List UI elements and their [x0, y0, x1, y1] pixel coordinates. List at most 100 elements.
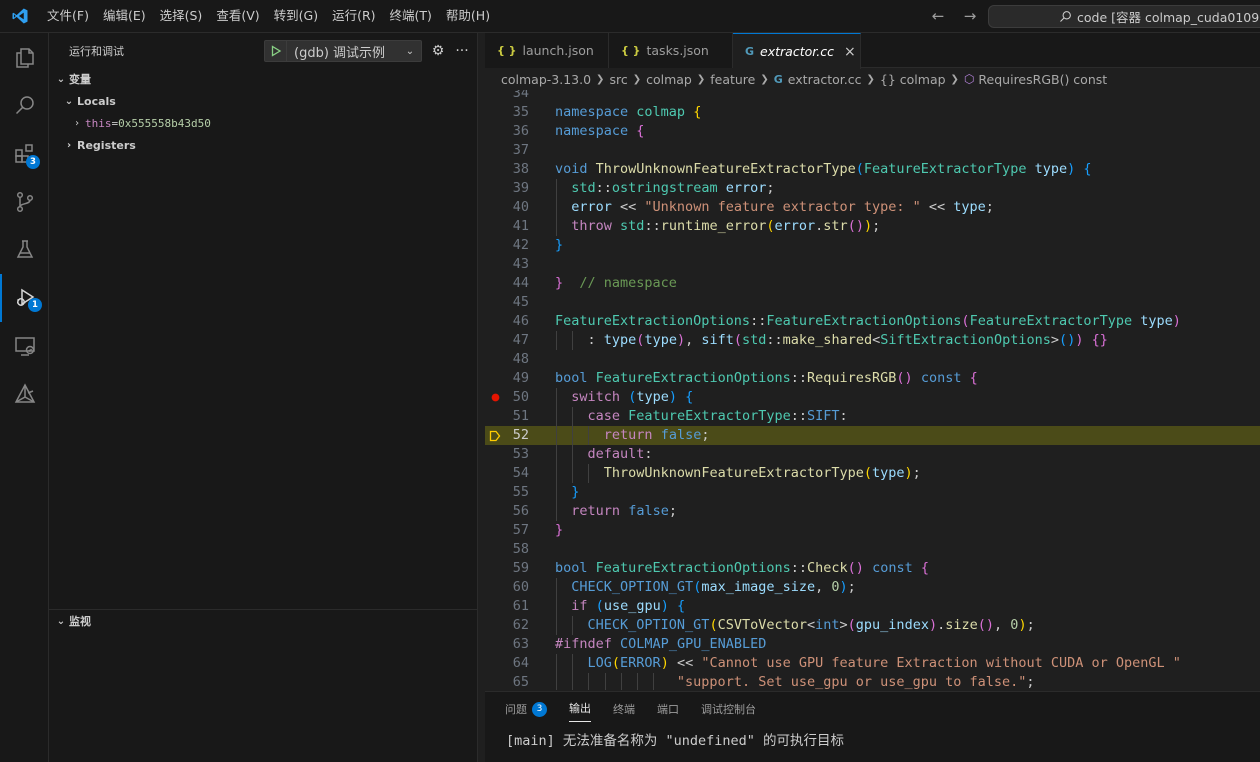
gear-icon[interactable]: ⚙ [429, 42, 447, 60]
line-number[interactable]: 43 [485, 255, 529, 274]
tab-tasks-json[interactable]: { } tasks.json [609, 33, 733, 68]
line-number[interactable]: 62 [485, 616, 529, 635]
line-number[interactable]: 46 [485, 312, 529, 331]
cpp-file-icon: G [773, 72, 783, 86]
search-view-icon[interactable] [0, 82, 49, 130]
line-number[interactable]: 37 [485, 141, 529, 160]
navigation-arrows: ← → [928, 6, 980, 26]
line-number[interactable]: 51 [485, 407, 529, 426]
variable-this-row[interactable]: › this = 0x555558b43d50 [49, 112, 477, 134]
tab-launch-json[interactable]: { } launch.json [485, 33, 609, 68]
code-text: "support. Set use_gpu or use_gpu to fals… [676, 674, 1035, 690]
code-line: 64 LOG(ERROR) << "Cannot use GPU feature… [485, 654, 1260, 673]
line-number[interactable]: 36 [485, 122, 529, 141]
explorer-icon[interactable] [0, 34, 49, 82]
line-number[interactable]: 44 [485, 274, 529, 293]
tab-terminal[interactable]: 终端 [613, 698, 635, 722]
cmake-icon[interactable] [0, 370, 49, 418]
line-number[interactable]: 60 [485, 578, 529, 597]
chevron-down-icon[interactable]: ⌄ [399, 46, 421, 57]
line-number[interactable]: 55 [485, 483, 529, 502]
menu-edit[interactable]: 编辑(E) [96, 4, 153, 28]
run-debug-icon[interactable]: 1 [0, 274, 49, 322]
source-control-icon[interactable] [0, 178, 49, 226]
breadcrumb-item[interactable]: extractor.cc [788, 72, 862, 87]
line-number[interactable]: 35 [485, 103, 529, 122]
chevron-right-icon: › [66, 139, 72, 151]
breadcrumb-item[interactable]: src [609, 72, 627, 87]
line-number[interactable]: 61 [485, 597, 529, 616]
breakpoint-icon[interactable] [488, 388, 502, 407]
line-number[interactable]: 63 [485, 635, 529, 654]
menu-run[interactable]: 运行(R) [325, 4, 382, 28]
tab-output[interactable]: 输出 [569, 698, 591, 722]
menu-selection[interactable]: 选择(S) [153, 4, 210, 28]
registers-scope[interactable]: › Registers [49, 134, 477, 156]
code-editor[interactable]: 34 35 namespace colmap {36 namespace {37 38 v… [485, 90, 1260, 690]
menu-terminal[interactable]: 终端(T) [383, 4, 439, 28]
line-number[interactable]: 58 [485, 540, 529, 559]
code-line: 35 namespace colmap { [485, 103, 1260, 122]
more-actions-icon[interactable]: ··· [453, 42, 471, 60]
close-icon[interactable]: × [844, 44, 856, 60]
line-number[interactable]: 49 [485, 369, 529, 388]
testing-flask-icon[interactable] [0, 226, 49, 274]
method-cube-icon: ⬡ [963, 72, 975, 86]
start-debugging-icon[interactable] [265, 41, 287, 61]
line-number[interactable]: 40 [485, 198, 529, 217]
line-number[interactable]: 38 [485, 160, 529, 179]
breadcrumb-item[interactable]: RequiresRGB() const [978, 72, 1107, 87]
menu-view[interactable]: 查看(V) [209, 4, 266, 28]
extensions-icon[interactable]: 3 [0, 130, 49, 178]
line-number[interactable]: 64 [485, 654, 529, 673]
line-number[interactable]: 48 [485, 350, 529, 369]
line-number[interactable]: 59 [485, 559, 529, 578]
go-back-icon[interactable]: ← [928, 6, 948, 26]
locals-scope[interactable]: ⌄ Locals [49, 90, 477, 112]
tab-problems[interactable]: 问题 3 [505, 698, 547, 722]
code-line: 60 CHECK_OPTION_GT(max_image_size, 0); [485, 578, 1260, 597]
code-line: 65 "support. Set use_gpu or use_gpu to f… [485, 673, 1260, 690]
code-line: 48 [485, 350, 1260, 369]
code-line: 49 bool FeatureExtractionOptions::Require… [485, 369, 1260, 388]
line-number[interactable]: 45 [485, 293, 529, 312]
code-text: throw std::runtime_error(error.str()); [571, 218, 881, 234]
variable-name: this [85, 116, 112, 130]
line-number[interactable]: 65 [485, 673, 529, 690]
breadcrumb-item[interactable]: colmap-3.13.0 [501, 72, 591, 87]
json-file-icon: { } [497, 44, 517, 57]
command-center[interactable]: code [容器 colmap_cuda0109:v [988, 5, 1260, 28]
variables-section-header[interactable]: ⌄ 变量 [49, 68, 477, 90]
menu-help[interactable]: 帮助(H) [439, 4, 497, 28]
go-forward-icon[interactable]: → [960, 6, 980, 26]
line-number[interactable]: 54 [485, 464, 529, 483]
menu-file[interactable]: 文件(F) [40, 4, 96, 28]
tab-debug-console[interactable]: 调试控制台 [701, 698, 756, 722]
tab-label: 终端 [613, 702, 635, 716]
line-number[interactable]: 41 [485, 217, 529, 236]
code-line: 51 case FeatureExtractorType::SIFT: [485, 407, 1260, 426]
chevron-right-icon: ❯ [632, 73, 642, 85]
line-number[interactable]: 47 [485, 331, 529, 350]
tab-ports[interactable]: 端口 [657, 698, 679, 722]
breadcrumb-item[interactable]: colmap [646, 72, 692, 87]
debug-stack-frame-icon[interactable] [488, 426, 502, 445]
debug-config-select[interactable]: (gdb) 调试示例 ⌄ [264, 40, 422, 62]
breadcrumb-item[interactable]: feature [710, 72, 755, 87]
code-text: #ifndef COLMAP_GPU_ENABLED [555, 636, 767, 652]
variable-value: 0x555558b43d50 [118, 116, 211, 130]
watch-section-header[interactable]: ⌄ 监视 [49, 610, 478, 632]
menu-go[interactable]: 转到(G) [267, 4, 325, 28]
line-number[interactable]: 39 [485, 179, 529, 198]
code-line: 39 std::ostringstream error; [485, 179, 1260, 198]
remote-explorer-icon[interactable] [0, 322, 49, 370]
breadcrumb-item[interactable]: {} colmap [880, 72, 946, 87]
chevron-down-icon: ⌄ [64, 95, 74, 107]
line-number[interactable]: 53 [485, 445, 529, 464]
line-number[interactable]: 56 [485, 502, 529, 521]
line-number[interactable]: 42 [485, 236, 529, 255]
line-number[interactable]: 57 [485, 521, 529, 540]
tab-extractor-cc[interactable]: G extractor.cc × [733, 33, 861, 69]
line-number[interactable]: 34 [485, 90, 529, 103]
run-debug-badge: 1 [28, 298, 42, 312]
